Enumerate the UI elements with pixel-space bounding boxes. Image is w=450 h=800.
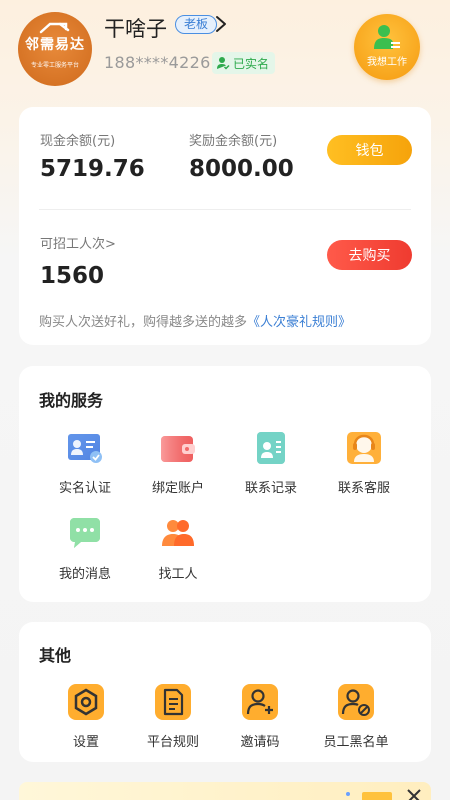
app-logo-avatar[interactable]: 邻需易达 专业零工服务平台 <box>18 12 92 86</box>
service-customer-support[interactable]: 联系客服 <box>319 428 409 496</box>
close-icon[interactable] <box>406 788 422 800</box>
switch-to-worker-button[interactable]: 我想工作 <box>354 14 420 80</box>
other-label: 邀请码 <box>240 735 280 750</box>
promo-text: 购买人次送好礼，购得越多送的越多《人次豪礼规则》 <box>39 311 351 330</box>
verified-user-icon <box>217 57 230 70</box>
other-settings[interactable]: 设置 <box>41 682 131 750</box>
buy-button[interactable]: 去购买 <box>327 240 412 270</box>
other-label: 设置 <box>72 735 99 750</box>
hire-count-label[interactable]: 可招工人次> <box>40 233 116 252</box>
blacklist-user-icon <box>338 684 374 720</box>
other-invite-code[interactable]: 邀请码 <box>215 682 305 750</box>
my-services-card: 我的服务 实名认证 绑定账户 联系记录 联系客服 我的消息 找工人 <box>19 366 431 602</box>
hire-count-value: 1560 <box>40 263 105 289</box>
promo-message: 购买人次送好礼，购得越多送的越多 <box>39 315 248 330</box>
other-employee-blacklist[interactable]: 员工黑名单 <box>311 682 401 750</box>
chevron-right-icon[interactable] <box>214 14 228 34</box>
find-workers-icon <box>162 520 194 546</box>
customer-service-icon <box>347 432 381 464</box>
service-label: 实名认证 <box>58 481 111 496</box>
wallet-icon <box>161 436 195 462</box>
other-platform-rules[interactable]: 平台规则 <box>128 682 218 750</box>
verified-badge: 已实名 <box>212 52 276 74</box>
service-find-workers[interactable]: 找工人 <box>133 514 223 582</box>
role-badge: 老板 <box>175 15 218 34</box>
message-icon <box>70 518 100 548</box>
reward-balance-label: 奖励金余额(元) <box>189 134 278 149</box>
other-label: 员工黑名单 <box>323 735 389 750</box>
id-card-icon <box>68 434 102 463</box>
logo-subtitle: 专业零工服务平台 <box>30 61 79 69</box>
logo-mark-icon <box>39 22 70 34</box>
cash-balance-value: 5719.76 <box>40 156 145 182</box>
username[interactable]: 干啥子 <box>104 13 167 43</box>
others-title: 其他 <box>39 646 72 665</box>
contact-record-icon <box>257 432 285 464</box>
switch-label: 我想工作 <box>367 57 407 68</box>
service-label: 联系记录 <box>244 481 297 496</box>
worker-switch-icon <box>374 25 400 49</box>
cash-balance-label: 现金余额(元) <box>40 134 116 149</box>
service-label: 联系客服 <box>337 481 390 496</box>
service-real-name-auth[interactable]: 实名认证 <box>40 428 130 496</box>
others-card: 其他 设置 平台规则 邀请码 员工黑名单 <box>19 622 431 762</box>
service-my-messages[interactable]: 我的消息 <box>40 514 130 582</box>
document-icon <box>155 684 191 720</box>
wallet-button[interactable]: 钱包 <box>327 135 412 165</box>
reward-balance-value: 8000.00 <box>189 156 294 182</box>
settings-icon <box>68 684 104 720</box>
phone-number: 188****4226 <box>104 53 211 72</box>
services-title: 我的服务 <box>39 391 104 410</box>
service-bind-account[interactable]: 绑定账户 <box>133 428 223 496</box>
verified-label: 已实名 <box>233 56 270 71</box>
promo-rules-link[interactable]: 《人次豪礼规则》 <box>247 315 351 330</box>
wallet-card: 现金余额(元) 5719.76 奖励金余额(元) 8000.00 钱包 可招工人… <box>19 107 431 345</box>
service-label: 绑定账户 <box>151 481 204 496</box>
service-contact-records[interactable]: 联系记录 <box>226 428 316 496</box>
other-label: 平台规则 <box>146 735 199 750</box>
service-label: 找工人 <box>158 567 198 582</box>
banner-decoration-icon <box>346 792 392 800</box>
invite-user-icon <box>242 684 278 720</box>
service-label: 我的消息 <box>58 567 111 582</box>
divider <box>39 209 411 210</box>
